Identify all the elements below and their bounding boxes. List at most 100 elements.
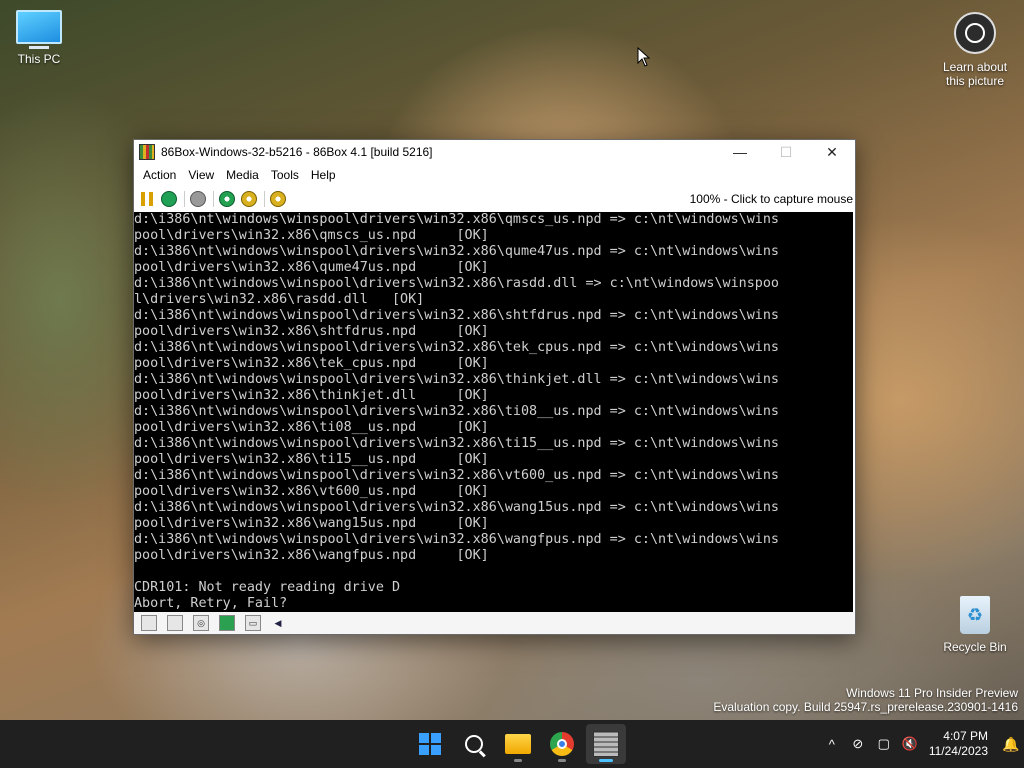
power-button[interactable] bbox=[189, 190, 207, 208]
active-indicator bbox=[599, 759, 613, 762]
start-icon bbox=[419, 733, 441, 755]
this-pc-label: This PC bbox=[17, 52, 61, 66]
recycle-bin-label: Recycle Bin bbox=[943, 640, 1007, 654]
network-icon[interactable] bbox=[219, 615, 235, 631]
close-button[interactable]: ✕ bbox=[809, 140, 855, 164]
console-line: d:\i386\nt\windows\winspool\drivers\win3… bbox=[134, 500, 779, 515]
notification-bell-icon[interactable]: 🔔 bbox=[998, 736, 1024, 753]
watermark-line2: Evaluation copy. Build 25947.rs_prerelea… bbox=[713, 700, 1018, 714]
emulator-screen[interactable]: d:\i386\nt\windows\winspool\drivers\win3… bbox=[134, 212, 853, 612]
window-title: 86Box-Windows-32-b5216 - 86Box 4.1 [buil… bbox=[161, 145, 433, 159]
toolbar-separator bbox=[213, 191, 214, 207]
settings-button[interactable] bbox=[218, 190, 236, 208]
learn-label-line2: this picture bbox=[945, 74, 1005, 88]
console-line: pool\drivers\win32.x86\ti15__us.npd [OK] bbox=[134, 452, 489, 467]
chrome-button[interactable] bbox=[542, 724, 582, 764]
menu-view[interactable]: View bbox=[182, 168, 220, 182]
volume-mute-icon[interactable]: 🔇 bbox=[897, 736, 923, 752]
console-line: pool\drivers\win32.x86\thinkjet.dll [OK] bbox=[134, 388, 489, 403]
console-line: d:\i386\nt\windows\winspool\drivers\win3… bbox=[134, 244, 779, 259]
floppy2-icon[interactable] bbox=[167, 615, 183, 631]
pause-button[interactable] bbox=[138, 190, 156, 208]
reset-icon bbox=[161, 191, 177, 207]
capture-status[interactable]: 100% - Click to capture mouse bbox=[690, 192, 853, 206]
86box-icon bbox=[593, 731, 619, 757]
floppy1-icon[interactable] bbox=[141, 615, 157, 631]
console-line: l\drivers\win32.x86\rasdd.dll [OK] bbox=[134, 292, 425, 307]
console-line: Abort, Retry, Fail? bbox=[134, 596, 288, 611]
media-button[interactable] bbox=[269, 190, 287, 208]
display-icon[interactable]: ▢ bbox=[871, 736, 897, 752]
show-hidden-icons-chevron[interactable]: ^ bbox=[819, 737, 845, 752]
clock[interactable]: 4:07 PM 11/24/2023 bbox=[929, 729, 988, 759]
console-line: pool\drivers\win32.x86\qume47us.npd [OK] bbox=[134, 260, 489, 275]
learn-label-line1: Learn about bbox=[942, 60, 1008, 74]
console-line: d:\i386\nt\windows\winspool\drivers\win3… bbox=[134, 308, 779, 323]
media-icon bbox=[270, 191, 286, 207]
search-button[interactable] bbox=[454, 724, 494, 764]
console-line: pool\drivers\win32.x86\ti08__us.npd [OK] bbox=[134, 420, 489, 435]
settings-alt-button[interactable] bbox=[240, 190, 258, 208]
console-line: pool\drivers\win32.x86\wangfpus.npd [OK] bbox=[134, 548, 489, 563]
console-line: d:\i386\nt\windows\winspool\drivers\win3… bbox=[134, 532, 779, 547]
console-line: pool\drivers\win32.x86\vt600_us.npd [OK] bbox=[134, 484, 489, 499]
settings-icon bbox=[219, 191, 235, 207]
toolbar-separator bbox=[264, 191, 265, 207]
file-explorer-button[interactable] bbox=[498, 724, 538, 764]
console-line: CDR101: Not ready reading drive D bbox=[134, 580, 401, 595]
running-indicator bbox=[514, 759, 522, 762]
toolbar: 100% - Click to capture mouse bbox=[134, 186, 855, 212]
console-line: d:\i386\nt\windows\winspool\drivers\win3… bbox=[134, 340, 779, 355]
toolbar-separator bbox=[184, 191, 185, 207]
sound-icon[interactable]: ◀ bbox=[271, 616, 285, 630]
clock-date: 11/24/2023 bbox=[928, 744, 988, 758]
system-tray: ^ ⊘ ▢ 🔇 4:07 PM 11/24/2023 🔔 bbox=[819, 720, 1024, 768]
chrome-icon bbox=[550, 732, 574, 756]
menu-bar: Action View Media Tools Help bbox=[134, 164, 855, 186]
running-indicator bbox=[558, 759, 566, 762]
settings-alt-icon bbox=[241, 191, 257, 207]
pause-icon bbox=[141, 192, 153, 206]
console-line: pool\drivers\win32.x86\qmscs_us.npd [OK] bbox=[134, 228, 489, 243]
taskbar: ^ ⊘ ▢ 🔇 4:07 PM 11/24/2023 🔔 bbox=[0, 720, 1024, 768]
86box-app-icon bbox=[139, 144, 155, 160]
console-line: d:\i386\nt\windows\winspool\drivers\win3… bbox=[134, 436, 779, 451]
console-line: d:\i386\nt\windows\winspool\drivers\win3… bbox=[134, 212, 779, 227]
clock-time: 4:07 PM bbox=[943, 729, 988, 743]
console-line: d:\i386\nt\windows\winspool\drivers\win3… bbox=[134, 468, 779, 483]
cdrom-icon[interactable]: ◎ bbox=[193, 615, 209, 631]
start-button[interactable] bbox=[410, 724, 450, 764]
console-line: d:\i386\nt\windows\winspool\drivers\win3… bbox=[134, 372, 779, 387]
keyboard-icon[interactable]: ▭ bbox=[245, 615, 261, 631]
status-bar: ◎ ▭ ◀ bbox=[134, 612, 855, 634]
menu-media[interactable]: Media bbox=[220, 168, 265, 182]
console-line: d:\i386\nt\windows\winspool\drivers\win3… bbox=[134, 404, 779, 419]
windows-watermark: Windows 11 Pro Insider Preview Evaluatio… bbox=[713, 686, 1018, 714]
menu-action[interactable]: Action bbox=[137, 168, 182, 182]
watermark-line1: Windows 11 Pro Insider Preview bbox=[846, 686, 1018, 700]
menu-help[interactable]: Help bbox=[305, 168, 342, 182]
desktop-icon-recycle-bin[interactable]: ♻ Recycle Bin bbox=[940, 596, 1010, 654]
recycle-bin-icon: ♻ bbox=[960, 596, 990, 634]
console-line: pool\drivers\win32.x86\tek_cpus.npd [OK] bbox=[134, 356, 489, 371]
network-off-icon[interactable]: ⊘ bbox=[845, 736, 871, 752]
title-bar[interactable]: 86Box-Windows-32-b5216 - 86Box 4.1 [buil… bbox=[134, 140, 855, 164]
taskbar-apps bbox=[408, 724, 628, 764]
console-line: pool\drivers\win32.x86\shtfdrus.npd [OK] bbox=[134, 324, 489, 339]
this-pc-icon bbox=[8, 10, 70, 49]
file-explorer-icon bbox=[505, 734, 531, 754]
reset-button[interactable] bbox=[160, 190, 178, 208]
console-line: d:\i386\nt\windows\winspool\drivers\win3… bbox=[134, 276, 779, 291]
search-icon bbox=[465, 735, 483, 753]
desktop-icon-learn-about-picture[interactable]: Learn about this picture bbox=[934, 12, 1016, 88]
86box-taskbar-button[interactable] bbox=[586, 724, 626, 764]
console-line: pool\drivers\win32.x86\wang15us.npd [OK] bbox=[134, 516, 489, 531]
desktop-icon-this-pc[interactable]: This PC bbox=[8, 10, 70, 66]
emulator-window: 86Box-Windows-32-b5216 - 86Box 4.1 [buil… bbox=[133, 139, 856, 635]
menu-tools[interactable]: Tools bbox=[265, 168, 305, 182]
maximize-button[interactable]: ☐ bbox=[763, 140, 809, 164]
power-icon bbox=[190, 191, 206, 207]
learn-about-picture-icon bbox=[954, 12, 996, 54]
minimize-button[interactable]: — bbox=[717, 140, 763, 164]
